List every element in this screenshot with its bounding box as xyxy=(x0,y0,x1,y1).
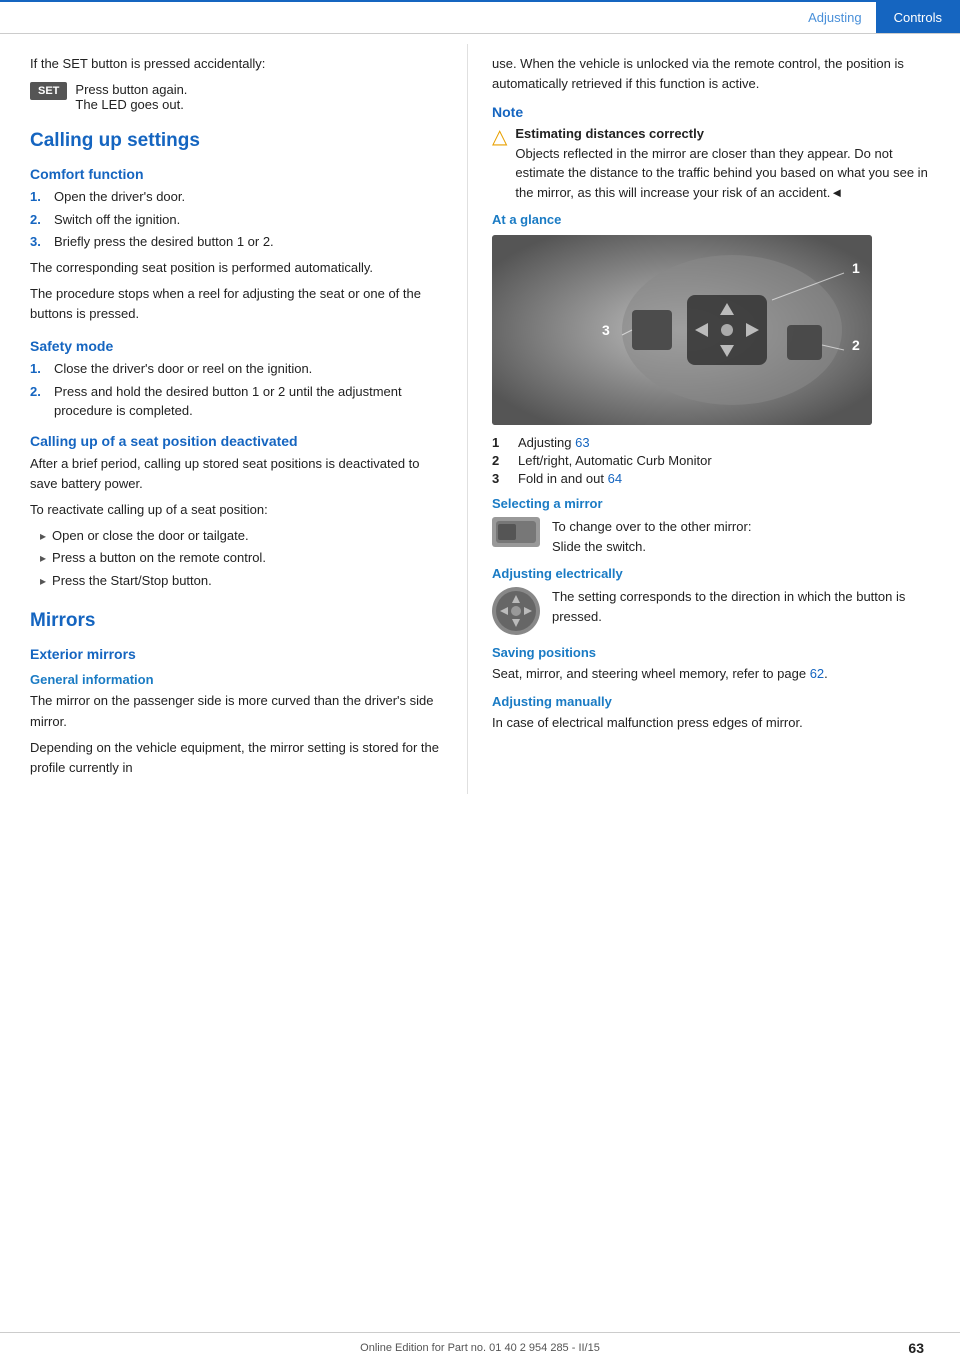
glance-item-2: 2 Left/right, Automatic Curb Monitor xyxy=(492,453,936,468)
arrow-icon-1: ▸ xyxy=(40,527,46,546)
arrow-icon-3: ▸ xyxy=(40,572,46,591)
general-information-title: General information xyxy=(30,672,443,687)
mirror-image: 1 2 3 xyxy=(492,235,872,425)
main-content: If the SET button is pressed accidentall… xyxy=(0,34,960,794)
page-header: Adjusting Controls xyxy=(0,2,960,34)
calling-up-para1: After a brief period, calling up stored … xyxy=(30,454,443,494)
page-footer: Online Edition for Part no. 01 40 2 954 … xyxy=(0,1332,960,1362)
set-instruction-2: The LED goes out. xyxy=(75,97,187,112)
exterior-mirrors-title: Exterior mirrors xyxy=(30,646,443,662)
selecting-mirror-block: To change over to the other mirror: Slid… xyxy=(492,517,936,556)
selecting-mirror-title: Selecting a mirror xyxy=(492,496,936,511)
safety-step-2: 2. Press and hold the desired button 1 o… xyxy=(30,382,443,421)
glance-text-1: Adjusting 63 xyxy=(518,435,590,450)
svg-text:2: 2 xyxy=(852,337,860,353)
comfort-para1: The corresponding seat position is perfo… xyxy=(30,258,443,278)
joystick-icon xyxy=(492,587,540,635)
set-instructions: Press button again. The LED goes out. xyxy=(75,82,187,112)
right-column: use. When the vehicle is unlocked via th… xyxy=(468,44,960,794)
glance-num-1: 1 xyxy=(492,435,506,450)
note-warning-text: Estimating distances correctly xyxy=(515,126,704,141)
calling-up-bullets: ▸ Open or close the door or tailgate. ▸ … xyxy=(40,526,443,591)
footer-text: Online Edition for Part no. 01 40 2 954 … xyxy=(360,1342,600,1354)
set-instruction-1: Press button again. xyxy=(75,82,187,97)
glance-item-1: 1 Adjusting 63 xyxy=(492,435,936,450)
header-adjusting-label: Adjusting xyxy=(794,10,875,25)
adjusting-manually-title: Adjusting manually xyxy=(492,694,936,709)
set-intro-text: If the SET button is pressed accidentall… xyxy=(30,54,443,74)
arrow-icon-2: ▸ xyxy=(40,549,46,568)
calling-up-para2: To reactivate calling up of a seat posit… xyxy=(30,500,443,520)
set-button-icon: SET xyxy=(30,82,67,100)
selecting-mirror-text: To change over to the other mirror: Slid… xyxy=(552,517,751,556)
glance-items: 1 Adjusting 63 2 Left/right, Automatic C… xyxy=(492,435,936,486)
bullet-3: ▸ Press the Start/Stop button. xyxy=(40,571,443,591)
warning-triangle-icon: △ xyxy=(492,124,507,149)
saving-positions-title: Saving positions xyxy=(492,645,936,660)
calling-up-settings-title: Calling up settings xyxy=(30,130,443,152)
adjusting-electrically-text: The setting corresponds to the direction… xyxy=(552,587,936,626)
mirrors-title: Mirrors xyxy=(30,610,443,632)
glance-num-3: 3 xyxy=(492,471,506,486)
set-button-area: SET Press button again. The LED goes out… xyxy=(30,82,443,112)
general-info-para1: The mirror on the passenger side is more… xyxy=(30,691,443,731)
bullet-1: ▸ Open or close the door or tailgate. xyxy=(40,526,443,546)
comfort-step-3: 3. Briefly press the desired button 1 or… xyxy=(30,232,443,252)
mirrors-section: Mirrors Exterior mirrors General informa… xyxy=(30,610,443,778)
safety-step-1: 1. Close the driver's door or reel on th… xyxy=(30,359,443,379)
general-info-para2: Depending on the vehicle equipment, the … xyxy=(30,738,443,778)
adjusting-electrically-title: Adjusting electrically xyxy=(492,566,936,581)
comfort-step-2: 2. Switch off the ignition. xyxy=(30,210,443,230)
page-number: 63 xyxy=(908,1340,924,1356)
adjusting-electrically-block: The setting corresponds to the direction… xyxy=(492,587,936,635)
note-box: Note △ Estimating distances correctly Ob… xyxy=(492,104,936,202)
safety-mode-title: Safety mode xyxy=(30,338,443,354)
svg-text:1: 1 xyxy=(852,260,860,276)
note-warning-body: Objects reflected in the mirror are clos… xyxy=(515,146,927,200)
glance-text-2: Left/right, Automatic Curb Monitor xyxy=(518,453,712,468)
right-intro-text: use. When the vehicle is unlocked via th… xyxy=(492,54,936,94)
glance-text-3: Fold in and out 64 xyxy=(518,471,622,486)
bullet-2: ▸ Press a button on the remote control. xyxy=(40,548,443,568)
safety-mode-steps: 1. Close the driver's door or reel on th… xyxy=(30,359,443,421)
comfort-function-title: Comfort function xyxy=(30,166,443,182)
svg-text:3: 3 xyxy=(602,322,610,338)
comfort-function-steps: 1. Open the driver's door. 2. Switch off… xyxy=(30,187,443,252)
header-controls-label: Controls xyxy=(876,2,960,33)
glance-item-3: 3 Fold in and out 64 xyxy=(492,471,936,486)
at-a-glance-title: At a glance xyxy=(492,212,936,227)
left-column: If the SET button is pressed accidentall… xyxy=(0,44,468,794)
note-title: Note xyxy=(492,104,936,120)
comfort-para2: The procedure stops when a reel for adju… xyxy=(30,284,443,324)
saving-positions-text: Seat, mirror, and steering wheel memory,… xyxy=(492,664,936,684)
note-text-block: Estimating distances correctly Objects r… xyxy=(515,124,936,202)
adjusting-manually-text: In case of electrical malfunction press … xyxy=(492,713,936,733)
calling-up-deactivated-title: Calling up of a seat position deactivate… xyxy=(30,433,443,449)
note-inner: △ Estimating distances correctly Objects… xyxy=(492,124,936,202)
glance-num-2: 2 xyxy=(492,453,506,468)
switch-icon xyxy=(492,517,540,547)
comfort-step-1: 1. Open the driver's door. xyxy=(30,187,443,207)
